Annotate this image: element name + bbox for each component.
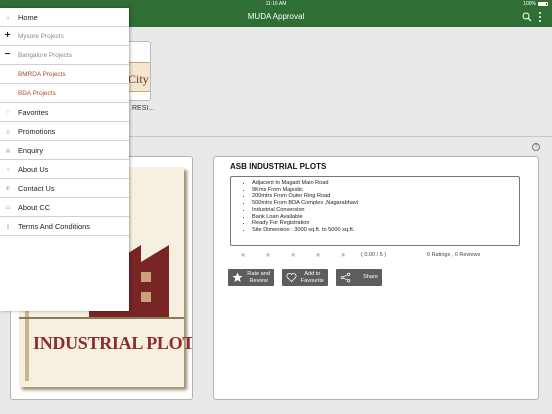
rating-score: ( 0.00 / 5 ) bbox=[361, 252, 387, 258]
rate-review-label: Rate and Review bbox=[247, 271, 270, 284]
card-icon: ▭ bbox=[5, 205, 11, 211]
features-list: Adjacent to Magadi Main Road 9Kms From M… bbox=[243, 180, 513, 234]
feature-item: 200mtrs From Outer Ring Road bbox=[252, 193, 513, 200]
menu-item-contact-us[interactable]: ✆ Contact Us bbox=[0, 179, 129, 198]
thumbnail-city-text: City bbox=[128, 72, 149, 86]
help-icon[interactable]: ? bbox=[532, 143, 540, 151]
feature-item: Industrial Conversion bbox=[252, 207, 513, 214]
battery-icon bbox=[538, 2, 548, 6]
plus-icon: + bbox=[4, 30, 11, 41]
status-time: 11:16 AM bbox=[265, 1, 287, 7]
feature-item: Ready For Registration bbox=[252, 220, 513, 227]
side-menu: ⌂ Home + Mysore Projects − Bangalore Pro… bbox=[0, 8, 129, 311]
add-favourite-label: Add to Favourite bbox=[300, 271, 324, 284]
rating-summary: 0 Ratings , 0 Reviews bbox=[427, 252, 481, 258]
feature-item: Bank Loan Available bbox=[252, 214, 513, 221]
document-icon: ▯ bbox=[6, 224, 10, 230]
menu-item-promotions[interactable]: △ Promotions bbox=[0, 122, 129, 141]
share-icon bbox=[340, 272, 351, 283]
feature-item: Site Dimension : 3000 sq.ft. to 5000 sq.… bbox=[252, 227, 513, 234]
share-button[interactable]: Share bbox=[336, 269, 382, 286]
star-icon[interactable]: ★ bbox=[240, 252, 248, 260]
status-bar: 11:16 AM 100% bbox=[0, 0, 552, 8]
feature-item: 9Kms From Majestic bbox=[252, 187, 513, 194]
heart-outline-icon bbox=[286, 273, 297, 283]
star-icon[interactable]: ★ bbox=[265, 252, 273, 260]
menu-item-terms[interactable]: ▯ Terms And Conditions bbox=[0, 217, 129, 236]
features-box: Adjacent to Magadi Main Road 9Kms From M… bbox=[230, 176, 520, 246]
bell-icon: △ bbox=[6, 129, 10, 135]
menu-item-about-cc[interactable]: ▭ About CC bbox=[0, 198, 129, 217]
menu-item-home[interactable]: ⌂ Home bbox=[0, 8, 129, 27]
project-info-panel: ASB INDUSTRIAL PLOTS Adjacent to Magadi … bbox=[213, 156, 539, 400]
phone-icon: ✆ bbox=[5, 186, 11, 192]
rating-row: ★ ★ ★ ★ ★ ( 0.00 / 5 ) 0 Ratings , 0 Rev… bbox=[236, 251, 536, 261]
add-favourite-button[interactable]: Add to Favourite bbox=[282, 269, 328, 286]
project-thumbnail-label[interactable]: RESI... bbox=[132, 105, 154, 112]
heart-icon: ♡ bbox=[5, 110, 11, 116]
home-icon: ⌂ bbox=[6, 15, 10, 21]
info-icon: ○ bbox=[6, 167, 10, 173]
feature-item: Adjacent to Magadi Main Road bbox=[252, 180, 513, 187]
menu-item-bangalore-projects[interactable]: − Bangalore Projects bbox=[0, 46, 129, 65]
feature-item: 500mtrs From BDA Complex ,Nagarabhavi bbox=[252, 200, 513, 207]
minus-icon: − bbox=[4, 49, 11, 60]
star-icon bbox=[232, 272, 243, 283]
star-icon[interactable]: ★ bbox=[290, 252, 298, 260]
search-icon[interactable] bbox=[522, 12, 532, 22]
project-title: ASB INDUSTRIAL PLOTS bbox=[230, 162, 327, 171]
share-label: Share bbox=[363, 274, 378, 280]
menu-item-about-us[interactable]: ○ About Us bbox=[0, 160, 129, 179]
menu-item-bda-projects[interactable]: BDA Projects bbox=[0, 84, 129, 103]
menu-item-enquiry[interactable]: ◎ Enquiry bbox=[0, 141, 129, 160]
poster-title: INDUSTRIAL PLOTS bbox=[33, 333, 193, 353]
menu-item-bmrda-projects[interactable]: BMRDA Projects bbox=[0, 65, 129, 84]
enquiry-icon: ◎ bbox=[5, 148, 11, 154]
menu-item-favorites[interactable]: ♡ Favorites bbox=[0, 103, 129, 122]
more-vertical-icon[interactable] bbox=[538, 11, 542, 23]
star-icon[interactable]: ★ bbox=[315, 252, 323, 260]
battery-percent: 100% bbox=[523, 1, 536, 7]
rate-review-button[interactable]: Rate and Review bbox=[228, 269, 274, 286]
star-icon[interactable]: ★ bbox=[340, 252, 348, 260]
menu-item-mysore-projects[interactable]: + Mysore Projects bbox=[0, 27, 129, 46]
